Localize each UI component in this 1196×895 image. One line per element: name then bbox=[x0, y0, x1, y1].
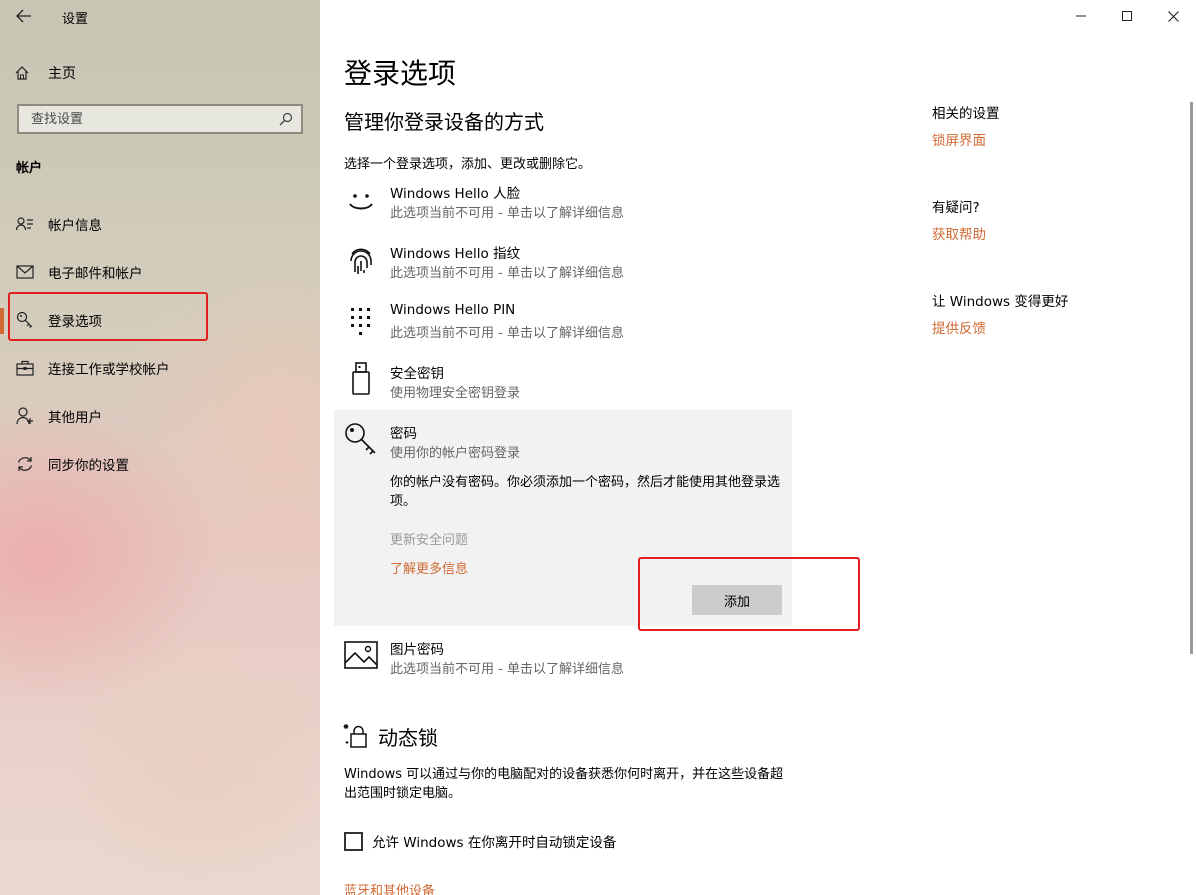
face-icon bbox=[344, 184, 378, 218]
bluetooth-devices-link[interactable]: 蓝牙和其他设备 bbox=[344, 880, 435, 895]
lock-screen-link[interactable]: 锁屏界面 bbox=[932, 129, 986, 149]
sidebar-item-email[interactable]: 电子邮件和帐户 bbox=[0, 252, 320, 292]
pin-keypad-icon bbox=[344, 304, 378, 338]
sidebar-item-label: 同步你的设置 bbox=[48, 458, 129, 474]
option-windows-hello-fingerprint[interactable]: Windows Hello 指纹 此选项当前不可用 - 单击以了解详细信息 bbox=[334, 240, 792, 296]
fingerprint-icon bbox=[344, 244, 378, 278]
sidebar-item-label: 连接工作或学校帐户 bbox=[48, 362, 170, 378]
picture-icon bbox=[344, 638, 378, 672]
sidebar-item-label: 电子邮件和帐户 bbox=[48, 266, 143, 282]
get-help-link[interactable]: 获取帮助 bbox=[932, 223, 986, 243]
section-heading: 管理你登录设备的方式 bbox=[344, 110, 544, 134]
mail-icon bbox=[16, 263, 34, 281]
home-icon bbox=[15, 66, 29, 80]
checkbox-label: 允许 Windows 在你离开时自动锁定设备 bbox=[372, 835, 617, 851]
section-label: 帐户 bbox=[16, 161, 43, 176]
sidebar-item-other-users[interactable]: 其他用户 bbox=[0, 396, 320, 436]
intro-text: 选择一个登录选项，添加、更改或删除它。 bbox=[344, 157, 592, 172]
usb-key-icon bbox=[344, 362, 378, 396]
option-subtitle: 此选项当前不可用 - 单击以了解详细信息 bbox=[390, 266, 624, 281]
give-feedback-link[interactable]: 提供反馈 bbox=[932, 317, 986, 337]
dynamic-lock-icon bbox=[342, 722, 370, 750]
question-heading: 有疑问? bbox=[932, 200, 980, 216]
sync-icon bbox=[16, 455, 34, 473]
home-label: 主页 bbox=[48, 66, 76, 82]
sidebar-item-label: 帐户信息 bbox=[48, 218, 102, 234]
person-info-icon bbox=[16, 215, 34, 233]
sidebar-item-account-info[interactable]: 帐户信息 bbox=[0, 204, 320, 244]
sidebar-item-sign-in-options[interactable]: 登录选项 bbox=[0, 300, 320, 340]
learn-more-link[interactable]: 了解更多信息 bbox=[390, 558, 468, 577]
back-arrow-icon bbox=[16, 9, 31, 23]
option-windows-hello-pin[interactable]: Windows Hello PIN 此选项当前不可用 - 单击以了解详细信息 bbox=[334, 300, 792, 356]
main-content: 登录选项 管理你登录设备的方式 选择一个登录选项，添加、更改或删除它。 Wind… bbox=[320, 0, 1196, 895]
page-title: 登录选项 bbox=[344, 57, 457, 90]
app-title: 设置 bbox=[62, 12, 89, 27]
option-title: Windows Hello PIN bbox=[390, 302, 516, 318]
password-title: 密码 bbox=[390, 426, 417, 442]
option-subtitle: 此选项当前不可用 - 单击以了解详细信息 bbox=[390, 662, 624, 677]
sidebar-item-label: 登录选项 bbox=[48, 314, 102, 330]
person-add-icon bbox=[16, 407, 34, 425]
sidebar-item-sync[interactable]: 同步你的设置 bbox=[0, 444, 320, 484]
option-title: Windows Hello 指纹 bbox=[390, 246, 521, 262]
option-title: Windows Hello 人脸 bbox=[390, 186, 521, 202]
search-input[interactable] bbox=[29, 110, 279, 128]
dynamic-lock-title: 动态锁 bbox=[378, 726, 438, 750]
search-box[interactable] bbox=[17, 104, 303, 134]
option-title: 图片密码 bbox=[390, 642, 444, 658]
briefcase-icon bbox=[16, 359, 34, 377]
feedback-heading: 让 Windows 变得更好 bbox=[932, 294, 1069, 310]
add-password-button[interactable]: 添加 bbox=[692, 585, 782, 615]
search-icon bbox=[279, 112, 293, 126]
password-message: 你的帐户没有密码。你必须添加一个密码，然后才能使用其他登录选项。 bbox=[390, 475, 781, 509]
option-picture-password[interactable]: 图片密码 此选项当前不可用 - 单击以了解详细信息 bbox=[334, 636, 792, 686]
password-key-icon bbox=[344, 422, 378, 456]
option-windows-hello-face[interactable]: Windows Hello 人脸 此选项当前不可用 - 单击以了解详细信息 bbox=[334, 180, 792, 236]
update-security-questions-link: 更新安全问题 bbox=[390, 533, 469, 548]
sidebar-item-label: 其他用户 bbox=[48, 410, 102, 426]
related-settings-heading: 相关的设置 bbox=[932, 106, 1000, 122]
option-title: 安全密钥 bbox=[390, 366, 444, 382]
home-nav-item[interactable]: 主页 bbox=[14, 62, 76, 84]
key-icon bbox=[16, 311, 34, 329]
option-subtitle: 此选项当前不可用 - 单击以了解详细信息 bbox=[390, 206, 624, 221]
dynamic-lock-checkbox[interactable]: 允许 Windows 在你离开时自动锁定设备 bbox=[344, 831, 616, 851]
dynamic-lock-description: Windows 可以通过与你的电脑配对的设备获悉你何时离开，并在这些设备超出范围… bbox=[344, 767, 784, 801]
scrollbar[interactable] bbox=[1190, 102, 1193, 654]
password-subtitle: 使用你的帐户密码登录 bbox=[390, 446, 521, 461]
sidebar: 设置 主页 帐户 帐户信息 电子邮件和帐户 登录选项 连接工作或学校帐户 bbox=[0, 0, 320, 895]
back-button[interactable] bbox=[10, 4, 38, 28]
option-security-key[interactable]: 安全密钥 使用物理安全密钥登录 bbox=[334, 360, 792, 410]
selection-indicator bbox=[0, 308, 4, 334]
checkbox-box[interactable] bbox=[344, 831, 363, 851]
sidebar-item-work-school[interactable]: 连接工作或学校帐户 bbox=[0, 348, 320, 388]
option-subtitle: 此选项当前不可用 - 单击以了解详细信息 bbox=[390, 326, 624, 341]
option-subtitle: 使用物理安全密钥登录 bbox=[390, 386, 521, 401]
